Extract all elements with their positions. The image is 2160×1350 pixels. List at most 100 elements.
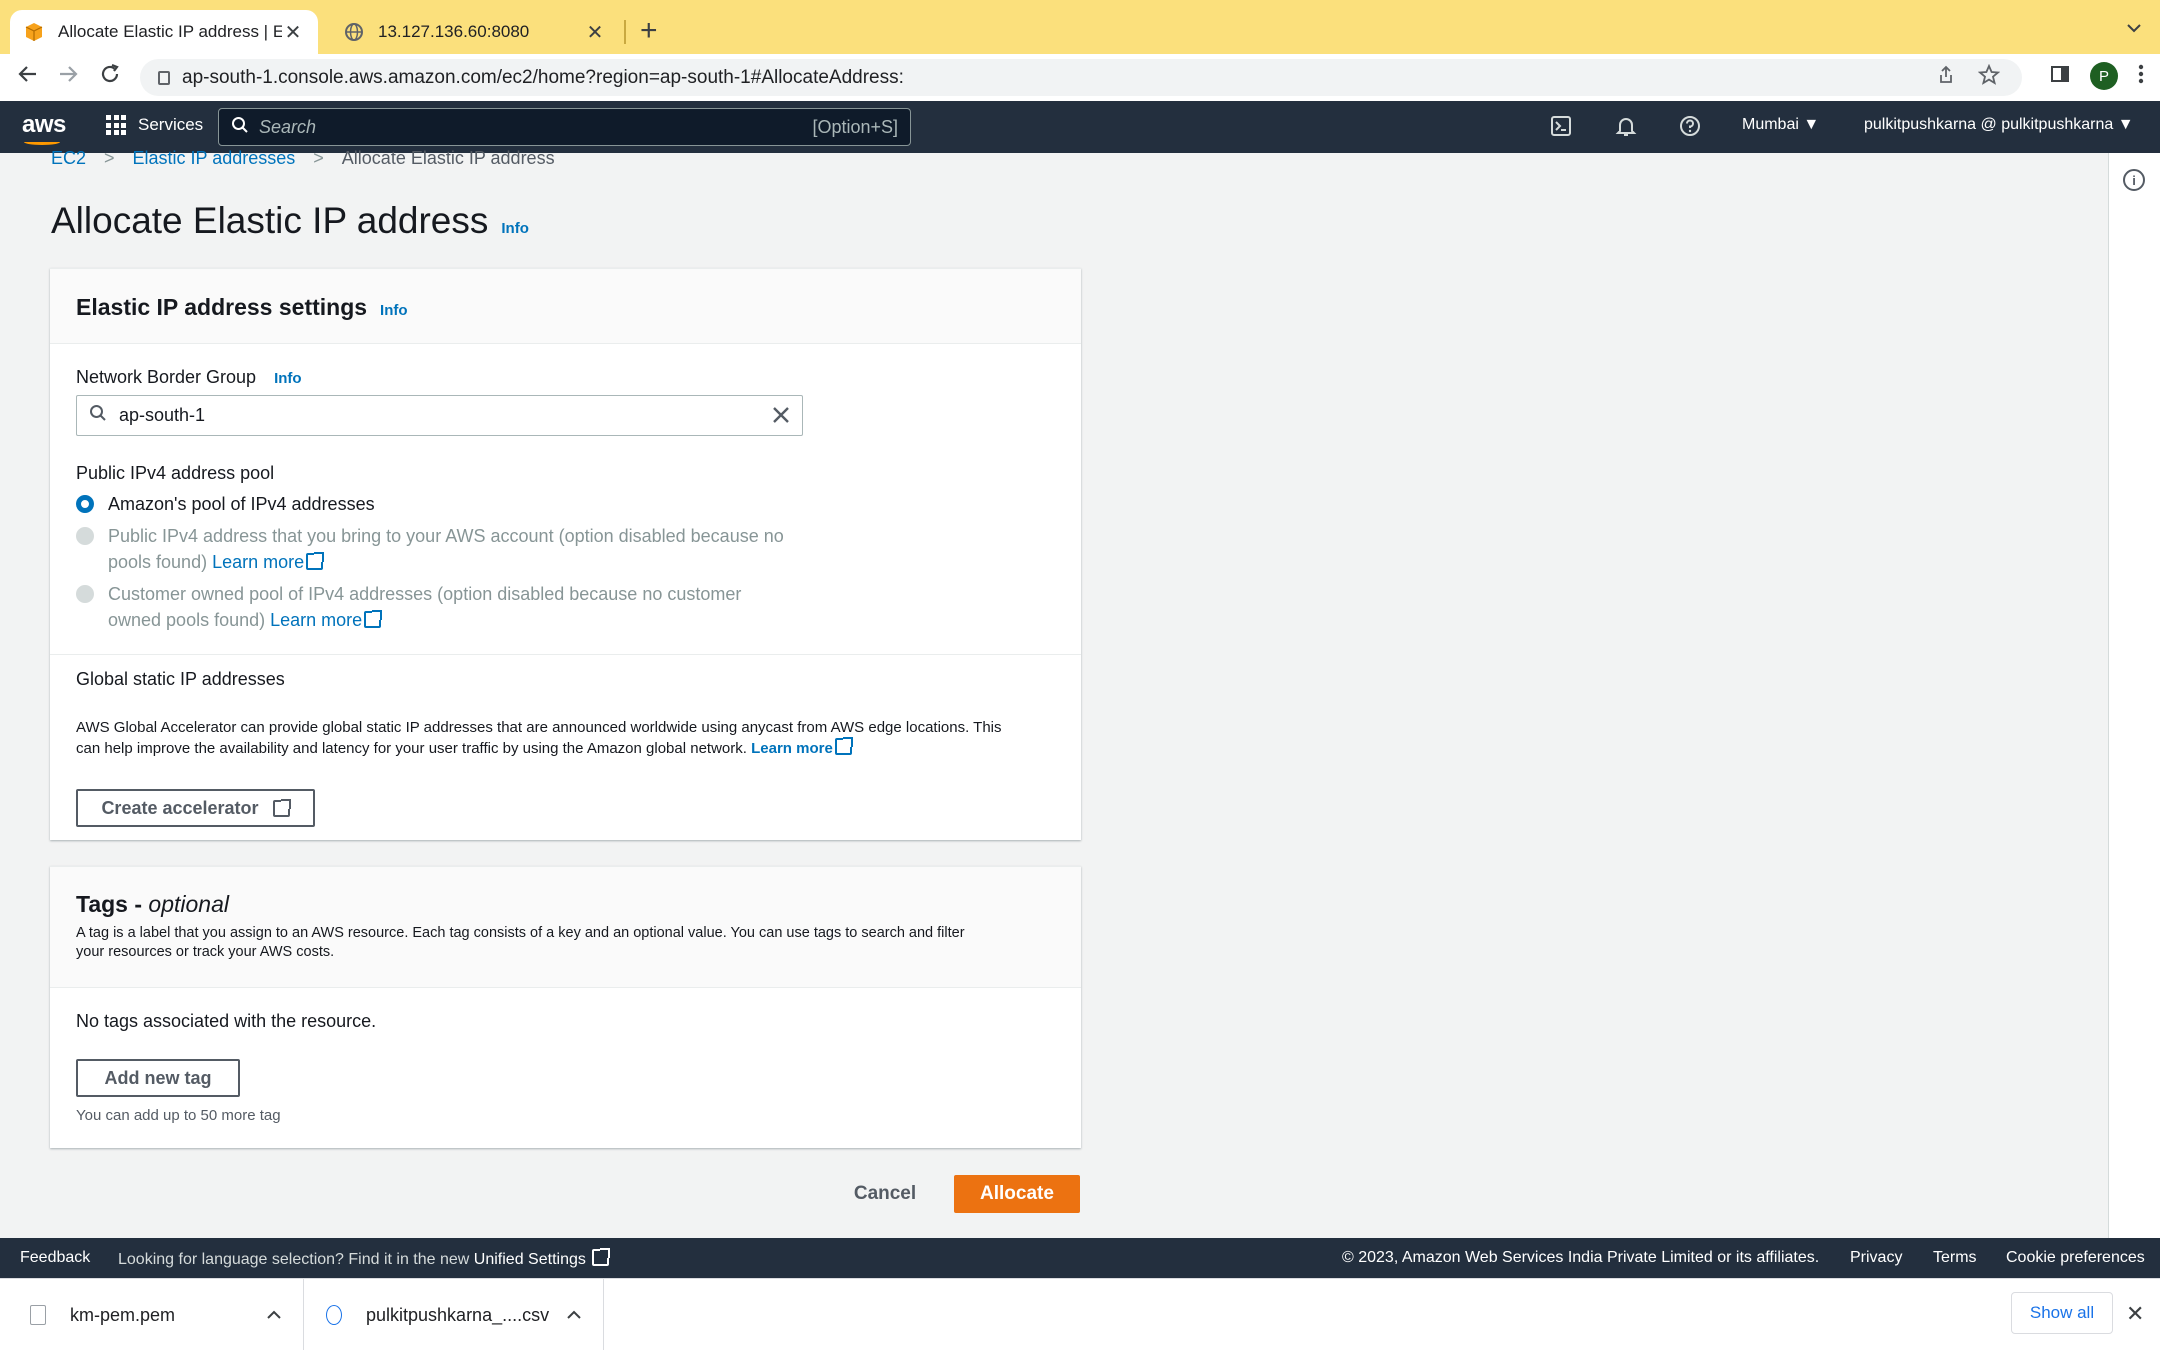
nbg-value: ap-south-1: [119, 405, 206, 425]
unified-settings-link[interactable]: Unified Settings: [474, 1251, 586, 1268]
tab-close-icon[interactable]: ✕: [282, 20, 304, 45]
settings-panel: Elastic IP address settings Info Network…: [50, 268, 1081, 840]
external-link-icon: [834, 737, 853, 755]
tab-title: Allocate Elastic IP address | EC2: [58, 22, 282, 41]
page-title-text: Allocate Elastic IP address: [51, 200, 489, 241]
nbg-info-link[interactable]: Info: [274, 370, 302, 387]
back-arrow-icon[interactable]: [16, 62, 40, 93]
coip-learn-more-link[interactable]: Learn more: [270, 610, 362, 630]
global-desc-line-1: AWS Global Accelerator can provide globa…: [76, 719, 1002, 736]
tab-search-chevron-icon[interactable]: [2126, 16, 2142, 39]
console-search-input[interactable]: Search [Option+S]: [218, 108, 911, 146]
language-notice: Looking for language selection? Find it …: [118, 1248, 611, 1269]
external-link-icon: [272, 798, 291, 817]
tools-panel-rail: i: [2108, 153, 2160, 1238]
close-shelf-icon[interactable]: ✕: [2126, 1301, 2144, 1327]
radio-disabled-icon: [76, 527, 94, 545]
tag-limit-text: You can add up to 50 more tag: [76, 1107, 281, 1124]
radio-amazon-pool[interactable]: Amazon's pool of IPv4 addresses: [76, 491, 375, 517]
settings-heading: Elastic IP address settings Info: [76, 294, 1055, 321]
browser-tab[interactable]: 13.127.136.60:8080 ✕: [330, 10, 620, 54]
search-shortcut: [Option+S]: [812, 116, 898, 137]
tab-title: 13.127.136.60:8080: [378, 22, 530, 41]
global-learn-more-link[interactable]: Learn more: [751, 740, 833, 757]
chevron-up-icon[interactable]: [267, 1306, 281, 1324]
tags-panel-header: Tags - optional A tag is a label that yo…: [50, 867, 1081, 988]
privacy-link[interactable]: Privacy: [1850, 1249, 1902, 1267]
new-tab-icon[interactable]: +: [640, 14, 658, 48]
forward-arrow-icon[interactable]: [56, 62, 80, 93]
download-filename: km-pem.pem: [70, 1304, 176, 1325]
breadcrumb-ec2[interactable]: EC2: [51, 148, 86, 169]
settings-info-link[interactable]: Info: [380, 302, 408, 319]
browser-toolbar: ap-south-1.console.aws.amazon.com/ec2/ho…: [0, 54, 2160, 101]
copyright-text: © 2023, Amazon Web Services India Privat…: [1342, 1249, 1820, 1266]
chevron-up-icon[interactable]: [567, 1306, 581, 1324]
search-icon: [89, 404, 107, 427]
external-link-icon: [364, 610, 383, 628]
services-label: Services: [138, 115, 204, 134]
profile-avatar[interactable]: P: [2090, 62, 2118, 90]
url-text: ap-south-1.console.aws.amazon.com/ec2/ho…: [182, 66, 904, 88]
console-footer: Feedback Looking for language selection?…: [0, 1238, 2160, 1278]
network-border-group-label: Network Border Group Info: [76, 367, 302, 388]
network-border-group-input[interactable]: ap-south-1: [76, 395, 803, 436]
services-grid-icon: [106, 115, 126, 135]
info-panel-icon[interactable]: i: [2123, 169, 2145, 191]
lock-icon: [158, 70, 170, 85]
aws-logo[interactable]: aws: [22, 111, 66, 145]
create-accelerator-button[interactable]: Create accelerator: [76, 789, 315, 827]
help-icon[interactable]: [1679, 115, 1701, 143]
clear-icon[interactable]: [772, 400, 790, 431]
nbg-label-text: Network Border Group: [76, 367, 257, 387]
download-filename: pulkitpushkarna_....csv: [366, 1304, 550, 1325]
cloudshell-icon[interactable]: [1550, 115, 1572, 143]
address-bar[interactable]: ap-south-1.console.aws.amazon.com/ec2/ho…: [140, 59, 2022, 96]
external-link-icon: [306, 552, 325, 570]
tab-close-icon[interactable]: ✕: [584, 20, 606, 45]
breadcrumb: EC2 > Elastic IP addresses > Allocate El…: [51, 148, 555, 169]
tab-divider: [624, 20, 626, 44]
settings-heading-text: Elastic IP address settings: [76, 294, 368, 320]
feedback-link[interactable]: Feedback: [20, 1249, 90, 1267]
download-item[interactable]: pulkitpushkarna_....csv: [304, 1279, 604, 1350]
radio-amazon-pool-label: Amazon's pool of IPv4 addresses: [108, 494, 375, 514]
create-accelerator-label: Create accelerator: [101, 797, 259, 818]
browser-tab-active[interactable]: Allocate Elastic IP address | EC2 ✕: [10, 10, 318, 54]
tags-description: A tag is a label that you assign to an A…: [76, 924, 1055, 962]
bookmark-star-icon[interactable]: [1977, 63, 2001, 92]
external-link-icon: [592, 1248, 611, 1266]
breadcrumb-chevron-icon: >: [313, 148, 324, 168]
aws-cube-icon: [24, 22, 44, 42]
services-menu[interactable]: Services: [106, 115, 203, 135]
breadcrumb-current: Allocate Elastic IP address: [341, 148, 555, 168]
tags-desc-line-1: A tag is a label that you assign to an A…: [76, 925, 965, 941]
show-all-downloads-button[interactable]: Show all: [2011, 1292, 2113, 1334]
download-item[interactable]: km-pem.pem: [0, 1279, 304, 1350]
radio-byoip-pool[interactable]: Public IPv4 address that you bring to yo…: [76, 523, 784, 575]
tags-desc-line-2: your resources or track your AWS costs.: [76, 944, 335, 960]
allocate-button[interactable]: Allocate: [954, 1175, 1080, 1213]
tags-heading: Tags - optional: [76, 891, 1055, 918]
cancel-button[interactable]: Cancel: [832, 1175, 938, 1213]
radio-coip-label: Customer owned pool of IPv4 addresses (o…: [108, 584, 742, 604]
share-icon[interactable]: [1936, 65, 1956, 91]
radio-customer-owned-pool[interactable]: Customer owned pool of IPv4 addresses (o…: [76, 581, 741, 633]
region-selector[interactable]: Mumbai ▼: [1742, 116, 1819, 134]
tags-optional-text: optional: [148, 891, 229, 917]
terms-link[interactable]: Terms: [1933, 1249, 1977, 1267]
global-static-ip-label: Global static IP addresses: [76, 669, 285, 689]
side-panel-icon[interactable]: [2050, 64, 2070, 89]
radio-byoip-label: Public IPv4 address that you bring to yo…: [108, 526, 784, 546]
page-info-link[interactable]: Info: [501, 220, 529, 237]
breadcrumb-elastic-ip-addresses[interactable]: Elastic IP addresses: [133, 148, 296, 169]
add-new-tag-button[interactable]: Add new tag: [76, 1059, 240, 1097]
reload-icon[interactable]: [98, 62, 122, 93]
radio-disabled-icon: [76, 585, 94, 603]
account-menu[interactable]: pulkitpushkarna @ pulkitpushkarna ▼: [1864, 116, 2134, 134]
byoip-learn-more-link[interactable]: Learn more: [212, 552, 304, 572]
browser-menu-icon[interactable]: [2138, 63, 2144, 90]
cookie-preferences-link[interactable]: Cookie preferences: [2006, 1249, 2145, 1267]
globe-icon: [344, 22, 364, 42]
notifications-bell-icon[interactable]: [1615, 115, 1637, 143]
